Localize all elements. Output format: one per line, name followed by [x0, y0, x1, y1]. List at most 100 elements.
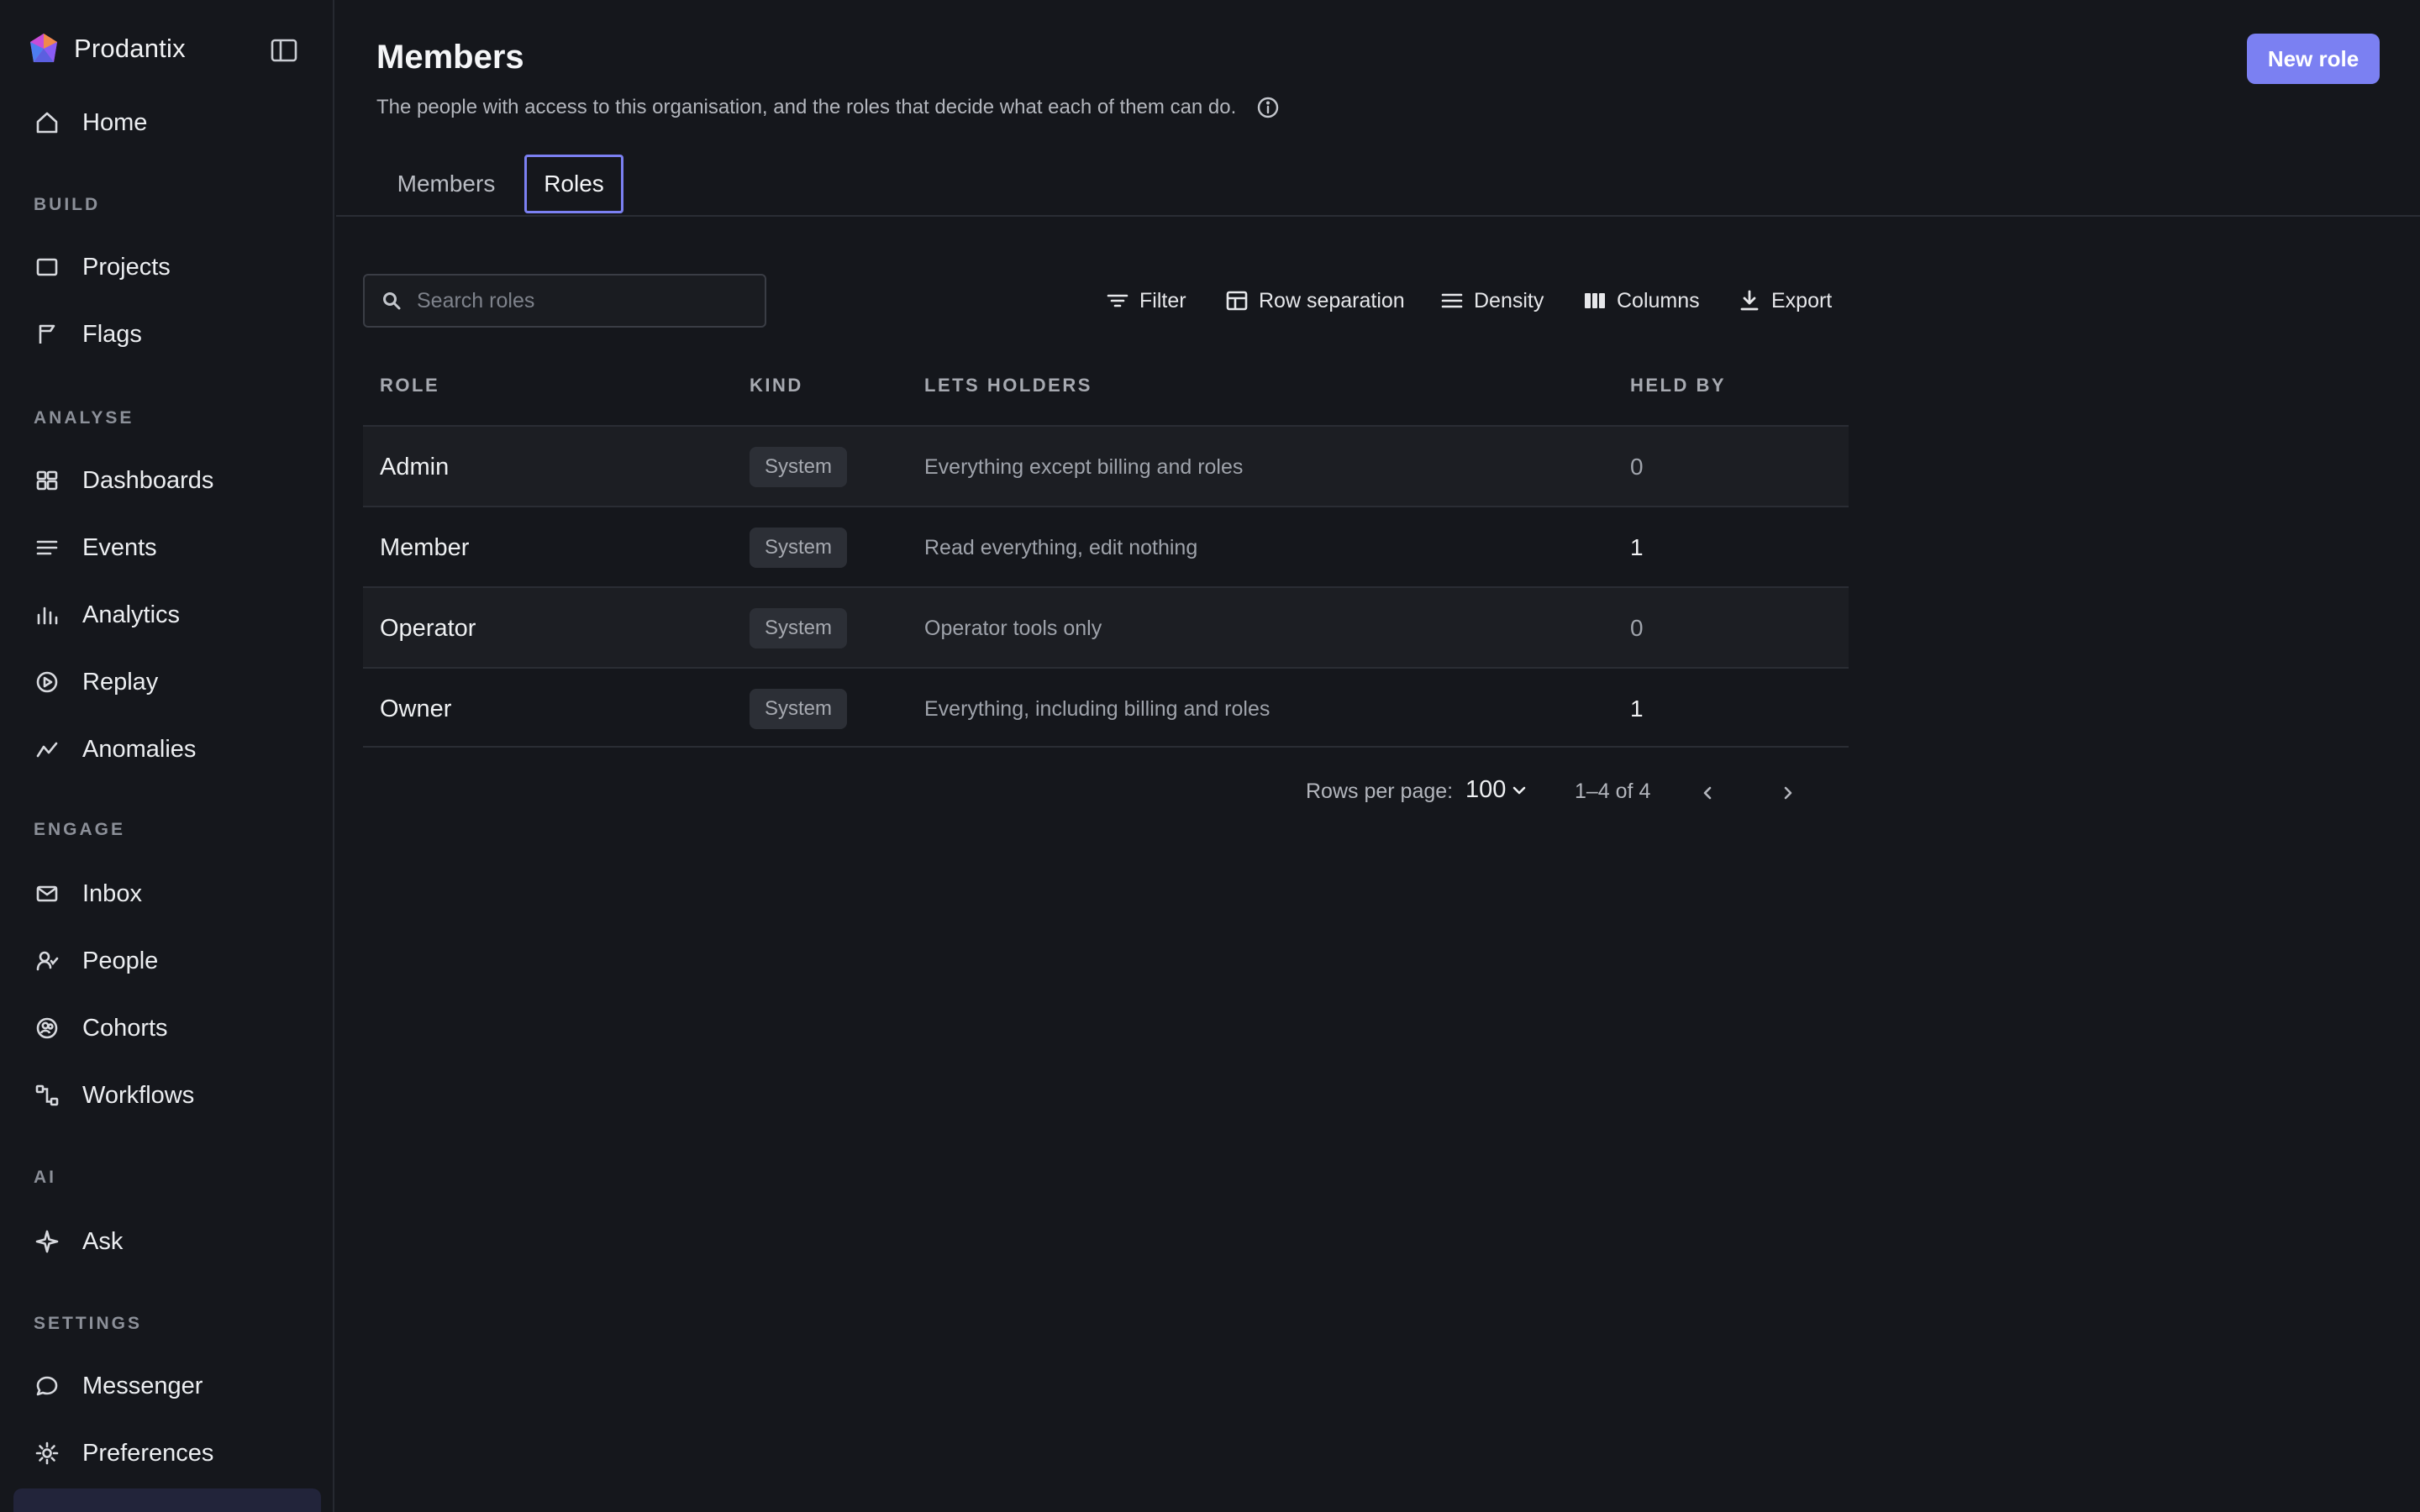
tab-members[interactable]: Members	[383, 155, 509, 213]
kind-badge: System	[750, 447, 848, 487]
lets-holders-text: Everything, including billing and roles	[924, 696, 1270, 721]
sidebar-item-label: Replay	[82, 668, 159, 696]
kind-badge: System	[750, 608, 848, 648]
sidebar-item-flags[interactable]: Flags	[34, 316, 311, 353]
page-subtitle-text: The people with access to this organisat…	[376, 96, 1237, 118]
export-label: Export	[1771, 288, 1833, 312]
role-name: Member	[380, 533, 470, 561]
filter-icon	[1106, 289, 1129, 312]
rows-per-page-select[interactable]: 100	[1465, 776, 1528, 804]
sidebar-item-label: Anomalies	[82, 735, 197, 763]
column-header-lets-holders[interactable]: LETS HOLDERS	[924, 375, 1092, 396]
row-separation-button[interactable]: Row separation	[1225, 284, 1405, 318]
new-role-button[interactable]: New role	[2247, 34, 2380, 84]
column-header-held-by[interactable]: HELD BY	[1630, 375, 1726, 396]
density-button[interactable]: Density	[1440, 284, 1544, 318]
table-row[interactable]: Admin System Everything except billing a…	[363, 425, 1849, 506]
rows-per-page-label: Rows per page:	[1306, 780, 1454, 803]
sidebar-item-dashboards[interactable]: Dashboards	[34, 462, 311, 499]
table-row[interactable]: Operator System Operator tools only 0	[363, 586, 1849, 667]
sidebar-item-inbox[interactable]: Inbox	[34, 875, 311, 912]
sidebar-item-messenger[interactable]: Messenger	[34, 1368, 311, 1404]
table-row[interactable]: Owner System Everything, including billi…	[363, 667, 1849, 748]
chevron-left-icon	[1699, 785, 1716, 801]
held-by-count: 1	[1630, 534, 1644, 560]
filter-button[interactable]: Filter	[1106, 284, 1186, 318]
page-title: Members	[376, 39, 524, 76]
sidebar-item-label: Analytics	[82, 601, 181, 628]
rows-per-page-value: 100	[1465, 776, 1507, 803]
chevron-right-icon	[1780, 785, 1797, 801]
kind-cell: System	[750, 507, 848, 588]
kind-cell: System	[750, 669, 848, 749]
sidebar-item-events[interactable]: Events	[34, 529, 311, 566]
column-header-role[interactable]: ROLE	[380, 375, 439, 396]
column-header-kind[interactable]: KIND	[750, 375, 803, 396]
cohort-icon	[34, 1015, 60, 1042]
sparkle-icon	[34, 1228, 60, 1255]
sidebar: Prodantix Home BUILD Projects Flags ANAL…	[0, 0, 334, 1512]
held-by-count: 1	[1630, 696, 1644, 722]
tabs-divider	[336, 215, 2420, 217]
sidebar-item-active-highlight[interactable]	[13, 1488, 321, 1512]
previous-page-button[interactable]	[1691, 776, 1724, 810]
info-icon[interactable]	[1256, 96, 1280, 119]
sidebar-item-anomalies[interactable]: Anomalies	[34, 731, 311, 768]
filter-label: Filter	[1139, 288, 1186, 312]
kind-badge: System	[750, 528, 848, 568]
square-icon	[34, 254, 60, 281]
sidebar-item-home[interactable]: Home	[34, 104, 311, 141]
chat-bubble-icon	[34, 1373, 60, 1399]
sidebar-item-people[interactable]: People	[34, 942, 311, 979]
workflow-icon	[34, 1082, 60, 1109]
role-name: Owner	[380, 695, 452, 722]
sidebar-toggle-button[interactable]	[269, 37, 299, 64]
sidebar-item-ask[interactable]: Ask	[34, 1223, 311, 1260]
columns-button[interactable]: Columns	[1583, 284, 1700, 318]
table-row[interactable]: Member System Read everything, edit noth…	[363, 506, 1849, 586]
sidebar-item-label: Workflows	[82, 1081, 195, 1109]
brand[interactable]: Prodantix	[27, 32, 186, 66]
tab-roles[interactable]: Roles	[524, 155, 623, 213]
dashboard-icon	[34, 467, 60, 494]
sidebar-item-cohorts[interactable]: Cohorts	[34, 1010, 311, 1047]
sidebar-item-label: Messenger	[82, 1372, 203, 1399]
lets-holders-text: Read everything, edit nothing	[924, 535, 1198, 559]
download-icon	[1738, 289, 1761, 312]
export-button[interactable]: Export	[1738, 284, 1832, 318]
lets-holders-text: Everything except billing and roles	[924, 454, 1244, 479]
sidebar-item-projects[interactable]: Projects	[34, 249, 311, 286]
next-page-button[interactable]	[1771, 776, 1805, 810]
sidebar-item-replay[interactable]: Replay	[34, 664, 311, 701]
columns-label: Columns	[1617, 288, 1700, 312]
held-by-count: 0	[1630, 615, 1644, 641]
sidebar-item-label: Ask	[82, 1227, 124, 1255]
home-icon	[34, 109, 60, 136]
chevron-down-icon	[1511, 782, 1528, 799]
held-by-count: 0	[1630, 454, 1644, 480]
section-label-build: BUILD	[34, 195, 101, 214]
gear-icon	[34, 1440, 60, 1467]
people-icon	[34, 948, 60, 974]
search-input[interactable]	[417, 288, 753, 313]
sidebar-item-label: Projects	[82, 253, 171, 281]
sidebar-item-analytics[interactable]: Analytics	[34, 596, 311, 633]
mail-icon	[34, 880, 60, 907]
sidebar-item-preferences[interactable]: Preferences	[34, 1435, 311, 1472]
section-label-analyse: ANALYSE	[34, 408, 134, 428]
kind-cell: System	[750, 588, 848, 669]
search-box[interactable]	[363, 274, 766, 328]
play-circle-icon	[34, 669, 60, 696]
sidebar-toggle-icon	[271, 39, 297, 62]
sidebar-item-workflows[interactable]: Workflows	[34, 1077, 311, 1114]
sidebar-item-label: Cohorts	[82, 1014, 168, 1042]
table-rows-icon	[1225, 289, 1249, 312]
bar-chart-icon	[34, 601, 60, 628]
page-range: 1–4 of 4	[1575, 780, 1651, 803]
sidebar-item-label: Home	[82, 108, 148, 136]
list-icon	[34, 534, 60, 561]
brand-logo-icon	[27, 32, 60, 66]
lets-holders-text: Operator tools only	[924, 616, 1102, 640]
columns-icon	[1583, 289, 1607, 312]
density-label: Density	[1474, 288, 1544, 312]
